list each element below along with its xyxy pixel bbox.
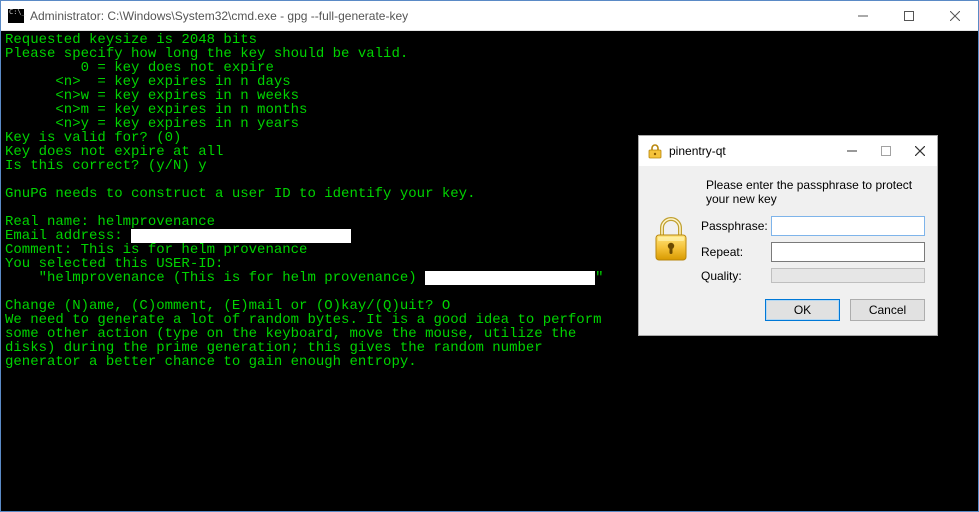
close-button[interactable] <box>932 1 978 30</box>
dialog-title: pinentry-qt <box>669 144 835 158</box>
terminal-line: Requested keysize is 2048 bits <box>5 33 974 47</box>
terminal-line: Please specify how long the key should b… <box>5 47 974 61</box>
redacted-email <box>131 229 351 243</box>
terminal-line: <n> = key expires in n days <box>5 75 974 89</box>
passphrase-label: Passphrase: <box>701 219 765 233</box>
cmd-icon <box>8 9 24 23</box>
terminal-line: disks) during the prime generation; this… <box>5 341 974 355</box>
terminal-line: <n>w = key expires in n weeks <box>5 89 974 103</box>
cancel-button[interactable]: Cancel <box>850 299 925 321</box>
dialog-titlebar[interactable]: pinentry-qt <box>639 136 937 166</box>
terminal-line: <n>y = key expires in n years <box>5 117 974 131</box>
terminal-line: 0 = key does not expire <box>5 61 974 75</box>
lock-icon <box>647 143 663 159</box>
dialog-maximize-button <box>869 137 903 166</box>
quality-bar <box>771 268 925 283</box>
dialog-minimize-button[interactable] <box>835 137 869 166</box>
repeat-label: Repeat: <box>701 245 765 259</box>
dialog-body: Please enter the passphrase to protect y… <box>639 166 937 335</box>
pinentry-dialog: pinentry-qt Please enter the passphrase … <box>638 135 938 336</box>
quality-label: Quality: <box>701 269 765 283</box>
repeat-input[interactable] <box>771 242 925 262</box>
lock-icon-large <box>651 216 691 264</box>
maximize-button[interactable] <box>886 1 932 30</box>
cmd-titlebar[interactable]: Administrator: C:\Windows\System32\cmd.e… <box>1 1 978 31</box>
cmd-window-title: Administrator: C:\Windows\System32\cmd.e… <box>30 9 840 23</box>
dialog-instructions: Please enter the passphrase to protect y… <box>706 178 925 206</box>
terminal-line: <n>m = key expires in n months <box>5 103 974 117</box>
redacted-userid-email <box>425 271 595 285</box>
minimize-button[interactable] <box>840 1 886 30</box>
passphrase-input[interactable] <box>771 216 925 236</box>
terminal-line: generator a better chance to gain enough… <box>5 355 974 369</box>
ok-button[interactable]: OK <box>765 299 840 321</box>
dialog-close-button[interactable] <box>903 137 937 166</box>
